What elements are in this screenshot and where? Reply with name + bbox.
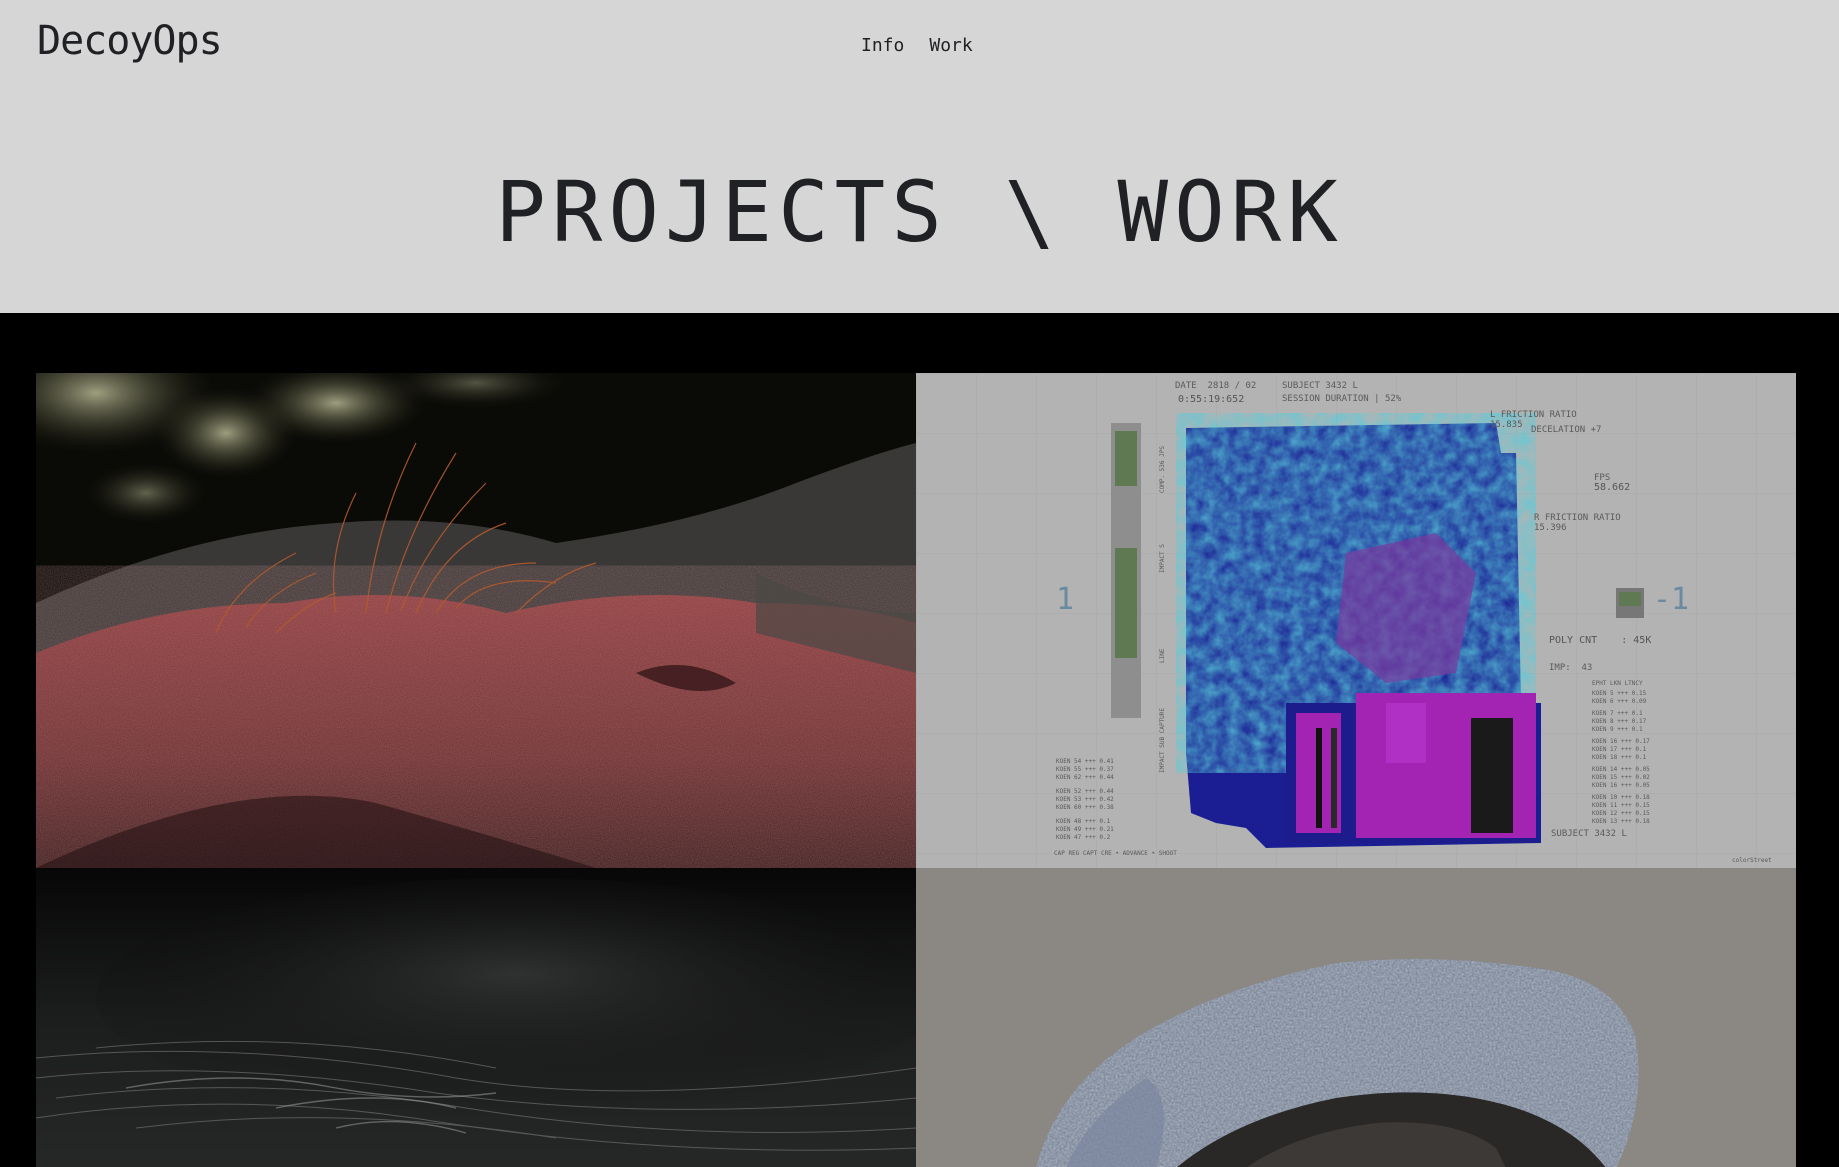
hud-friction-right: R FRICTION RATIO 15.396: [1534, 513, 1621, 534]
hud-subject: SUBJECT 3432 L: [1282, 381, 1358, 391]
page-title: PROJECTS \ WORK: [495, 163, 1344, 261]
svg-text:EPHT LKN LTNCY: EPHT LKN LTNCY: [1592, 680, 1643, 687]
svg-text:KOEN 60 +++ 0.38: KOEN 60 +++ 0.38: [1056, 804, 1114, 811]
svg-text:KOEN 54 +++ 0.41: KOEN 54 +++ 0.41: [1056, 758, 1114, 765]
svg-text:LINE: LINE: [1159, 648, 1166, 663]
svg-text:KOEN 8 +++ 0.17: KOEN 8 +++ 0.17: [1592, 718, 1647, 725]
hud-subject-footer: SUBJECT 3432 L: [1551, 829, 1627, 839]
moss-red-rock-image: [36, 373, 916, 868]
hud-left-marker: 1: [1056, 582, 1075, 617]
svg-text:COMP. 536 JPS: COMP. 536 JPS: [1159, 446, 1166, 493]
svg-text:KOEN 11 +++ 0.15: KOEN 11 +++ 0.15: [1592, 802, 1650, 809]
svg-text:IMPACT SUB CAPTURE: IMPACT SUB CAPTURE: [1159, 708, 1166, 773]
svg-text:KOEN 7 +++ 0.1: KOEN 7 +++ 0.1: [1592, 710, 1643, 717]
hud-session: SESSION DURATION | 52%: [1282, 394, 1402, 404]
frosted-rock-image: [916, 868, 1796, 1167]
svg-text:KOEN 9 +++ 0.1: KOEN 9 +++ 0.1: [1592, 726, 1643, 733]
project-tile-moss-red-rock[interactable]: [36, 373, 916, 868]
hud-fps-value: 58.662: [1594, 482, 1631, 493]
svg-text:KOEN 62 +++ 0.44: KOEN 62 +++ 0.44: [1056, 774, 1114, 781]
main-nav: Info Work: [861, 35, 973, 56]
hud-deceleration: DECELATION +7: [1531, 425, 1602, 435]
site-header: DecoyOps Info Work PROJECTS \ WORK: [0, 0, 1839, 313]
svg-text:colorStreet: colorStreet: [1732, 857, 1772, 864]
svg-text:KOEN 53 +++ 0.42: KOEN 53 +++ 0.42: [1056, 796, 1114, 803]
svg-text:KOEN 12 +++ 0.15: KOEN 12 +++ 0.15: [1592, 810, 1650, 817]
hud-time: 0:55:19:652: [1178, 394, 1245, 405]
hud-right-marker: -1: [1653, 582, 1690, 617]
project-tile-dark-hair-strands[interactable]: [36, 868, 916, 1167]
project-grid: COMP. 536 JPS IMPACT S LINE IMPACT SUB C…: [36, 373, 1796, 1167]
svg-text:KOEN 47 +++ 0.2: KOEN 47 +++ 0.2: [1056, 834, 1111, 841]
svg-text:KOEN 15 +++ 0.02: KOEN 15 +++ 0.02: [1592, 774, 1650, 781]
svg-text:KOEN 55 +++ 0.37: KOEN 55 +++ 0.37: [1056, 766, 1114, 773]
svg-text:CAP REG CAPT CRE • ADVANCE •: CAP REG CAPT CRE • ADVANCE • SHOOT: [1054, 850, 1177, 857]
nav-info-link[interactable]: Info: [861, 35, 904, 56]
svg-text:KOEN 18 +++ 0.1: KOEN 18 +++ 0.1: [1592, 754, 1647, 761]
hud-poly-count: POLY CNT : 45K: [1549, 635, 1652, 646]
subject-scan-image: COMP. 536 JPS IMPACT S LINE IMPACT SUB C…: [916, 373, 1796, 868]
svg-text:KOEN 5 +++ 0.15: KOEN 5 +++ 0.15: [1592, 690, 1647, 697]
svg-text:KOEN 14 +++ 0.05: KOEN 14 +++ 0.05: [1592, 766, 1650, 773]
svg-text:KOEN 17 +++ 0.1: KOEN 17 +++ 0.1: [1592, 746, 1647, 753]
svg-text:KOEN 16 +++ 0.05: KOEN 16 +++ 0.05: [1592, 782, 1650, 789]
svg-text:KOEN 48 +++ 0.1: KOEN 48 +++ 0.1: [1056, 818, 1111, 825]
hud-imp: IMP: 43: [1549, 663, 1593, 673]
logo[interactable]: DecoyOps: [37, 18, 223, 64]
dark-hair-strands-image: [36, 868, 916, 1167]
nav-work-link[interactable]: Work: [929, 35, 972, 56]
project-tile-subject-scan[interactable]: COMP. 536 JPS IMPACT S LINE IMPACT SUB C…: [916, 373, 1796, 868]
svg-text:IMPACT S: IMPACT S: [1159, 544, 1166, 573]
svg-text:KOEN 13 +++ 0.18: KOEN 13 +++ 0.18: [1592, 818, 1650, 825]
hud-date: DATE 2818 / 02: [1175, 381, 1257, 391]
svg-text:KOEN 10 +++ 0.18: KOEN 10 +++ 0.18: [1592, 794, 1650, 801]
svg-text:KOEN 16 +++ 0.17: KOEN 16 +++ 0.17: [1592, 738, 1650, 745]
svg-text:KOEN 6 +++ 0.09: KOEN 6 +++ 0.09: [1592, 698, 1647, 705]
project-tile-frosted-rock[interactable]: [916, 868, 1796, 1167]
svg-text:KOEN 49 +++ 0.21: KOEN 49 +++ 0.21: [1056, 826, 1114, 833]
svg-text:KOEN 52 +++ 0.44: KOEN 52 +++ 0.44: [1056, 788, 1114, 795]
